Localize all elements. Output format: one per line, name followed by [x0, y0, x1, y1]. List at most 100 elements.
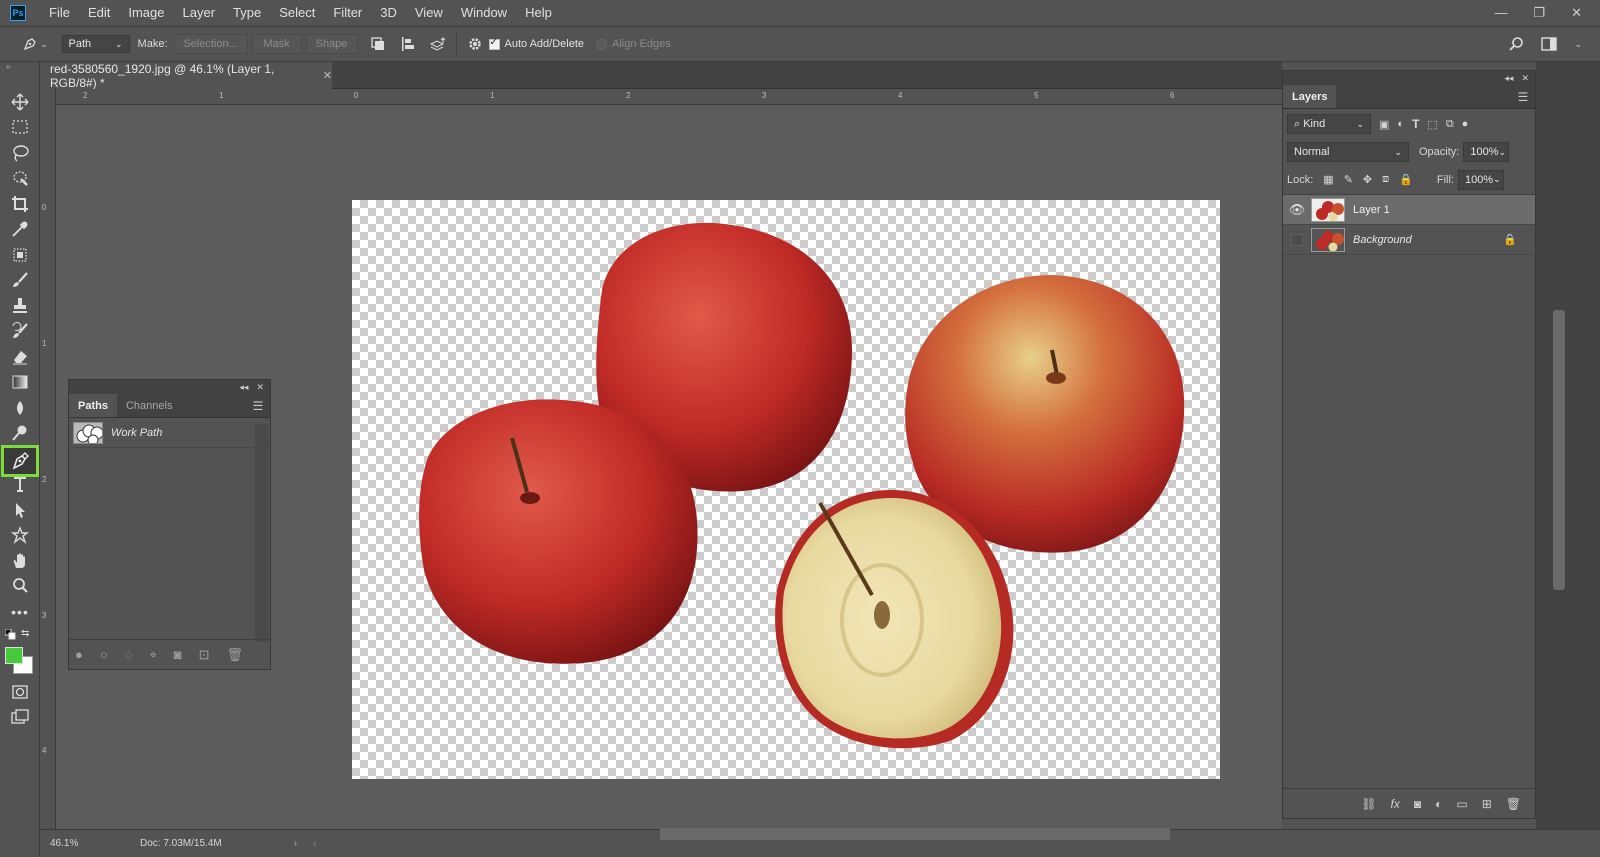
clone-stamp-tool-icon[interactable]	[4, 294, 36, 318]
blend-mode-select[interactable]: Normal ⌄	[1287, 142, 1409, 162]
lock-artboard-icon[interactable]: ⧈	[1382, 173, 1389, 186]
align-edges-checkbox[interactable]	[596, 38, 608, 50]
menu-view[interactable]: View	[406, 0, 452, 26]
minimize-button[interactable]: —	[1494, 5, 1507, 21]
gradient-tool-icon[interactable]	[4, 370, 36, 394]
menu-window[interactable]: Window	[452, 0, 516, 26]
lock-position-icon[interactable]: ✥	[1363, 173, 1372, 186]
new-layer-icon[interactable]: ⊞	[1482, 797, 1492, 811]
eraser-tool-icon[interactable]	[4, 345, 36, 369]
dodge-tool-icon[interactable]	[4, 421, 36, 445]
screen-mode-icon[interactable]	[4, 705, 36, 729]
marquee-tool-icon[interactable]	[4, 115, 36, 139]
path-alignment-icon[interactable]	[398, 34, 418, 54]
tab-layers[interactable]: Layers	[1283, 85, 1337, 108]
menu-select[interactable]: Select	[270, 0, 324, 26]
document-tab[interactable]: red-3580560_1920.jpg @ 46.1% (Layer 1, R…	[40, 62, 332, 90]
layer-filter-select[interactable]: ⌕ Kind ⌄	[1287, 114, 1371, 134]
restore-button[interactable]: ❐	[1533, 5, 1545, 21]
delete-path-icon[interactable]: 🗑	[227, 647, 244, 663]
status-menu-arrow-icon[interactable]: ›	[294, 838, 297, 849]
quick-selection-tool-icon[interactable]	[4, 166, 36, 190]
menu-image[interactable]: Image	[119, 0, 173, 26]
history-brush-tool-icon[interactable]	[4, 319, 36, 343]
gear-icon[interactable]	[465, 34, 485, 54]
menu-filter[interactable]: Filter	[324, 0, 371, 26]
auto-add-delete-checkbox[interactable]	[488, 37, 500, 50]
more-tools-icon[interactable]: •••	[4, 600, 36, 624]
close-document-icon[interactable]: ✕	[323, 69, 332, 82]
menu-type[interactable]: Type	[224, 0, 270, 26]
visibility-toggle-empty[interactable]	[1283, 233, 1311, 246]
lock-all-icon[interactable]: 🔒	[1399, 173, 1413, 186]
brush-tool-icon[interactable]	[4, 268, 36, 292]
filter-shape-icon[interactable]: ⬚	[1427, 118, 1437, 131]
menu-help[interactable]: Help	[516, 0, 561, 26]
filter-pixel-icon[interactable]: ▣	[1379, 118, 1389, 131]
filter-toggle-icon[interactable]: ●	[1462, 118, 1469, 130]
horizontal-scrollbar[interactable]	[660, 828, 1170, 840]
collapse-panel-icon[interactable]: ◂◂	[239, 382, 248, 393]
layer-style-icon[interactable]: fx	[1391, 797, 1400, 811]
stroke-path-icon[interactable]: ○	[100, 647, 108, 662]
adjustment-layer-icon[interactable]: ◐	[1435, 797, 1442, 811]
lock-image-icon[interactable]: ✎	[1344, 173, 1353, 186]
menu-file[interactable]: File	[40, 0, 79, 26]
eyedropper-tool-icon[interactable]	[4, 217, 36, 241]
collapse-layers-icon[interactable]: ◂◂	[1504, 73, 1513, 84]
filter-smart-object-icon[interactable]: ⧉	[1446, 118, 1454, 131]
new-path-icon[interactable]: ⊡	[199, 647, 210, 663]
layer-row-background[interactable]: Background 🔒	[1283, 225, 1535, 255]
collapse-toolbar-icon[interactable]: »	[6, 62, 10, 71]
swap-colors-icon[interactable]: ⇆	[21, 628, 29, 639]
close-button[interactable]: ✕	[1571, 5, 1582, 21]
close-layers-icon[interactable]: ✕	[1521, 73, 1529, 84]
path-arrangement-icon[interactable]	[428, 34, 448, 54]
scroll-left-icon[interactable]: ‹	[313, 838, 316, 849]
zoom-tool-icon[interactable]	[4, 574, 36, 598]
make-mask-button[interactable]: Mask	[251, 34, 302, 54]
fill-path-icon[interactable]: ●	[75, 647, 83, 662]
fill-input[interactable]: 100% ⌄	[1457, 169, 1504, 190]
path-row-work-path[interactable]: Work Path	[69, 418, 270, 448]
tool-mode-select[interactable]: Path ⌄	[61, 35, 130, 53]
delete-layer-icon[interactable]: 🗑	[1506, 797, 1521, 811]
foreground-color-swatch[interactable]	[5, 647, 23, 664]
blur-tool-icon[interactable]	[4, 396, 36, 420]
frame-tool-icon[interactable]	[4, 243, 36, 267]
panel-menu-icon[interactable]: ☰	[246, 394, 270, 417]
opacity-input[interactable]: 100% ⌄	[1463, 142, 1510, 162]
add-layer-mask-icon[interactable]: ◙	[1414, 797, 1421, 811]
quick-mask-icon[interactable]	[4, 680, 36, 704]
custom-shape-tool-icon[interactable]	[4, 523, 36, 547]
type-tool-icon[interactable]	[4, 472, 36, 496]
hand-tool-icon[interactable]	[4, 549, 36, 573]
make-work-path-icon[interactable]: ⌖	[149, 647, 156, 663]
tab-paths[interactable]: Paths	[69, 394, 117, 417]
crop-tool-icon[interactable]	[4, 192, 36, 216]
menu-3d[interactable]: 3D	[371, 0, 406, 26]
lasso-tool-icon[interactable]	[4, 141, 36, 165]
default-colors-icon[interactable]	[4, 628, 16, 640]
load-selection-icon[interactable]: ◌	[125, 647, 133, 662]
search-icon[interactable]	[1506, 34, 1526, 54]
path-operations-icon[interactable]	[368, 34, 388, 54]
lock-transparent-icon[interactable]: ▦	[1323, 173, 1333, 186]
add-mask-icon[interactable]: ◙	[174, 647, 182, 662]
dock-scrollbar[interactable]	[1553, 310, 1565, 590]
tab-channels[interactable]: Channels	[117, 394, 181, 417]
path-selection-tool-icon[interactable]	[4, 498, 36, 522]
filter-adjustment-icon[interactable]: ◐	[1397, 118, 1404, 130]
new-group-icon[interactable]: ▭	[1456, 797, 1467, 811]
visibility-eye-icon[interactable]: 👁	[1283, 202, 1311, 218]
filter-type-icon[interactable]: T	[1412, 117, 1419, 131]
move-tool-icon[interactable]	[4, 90, 36, 114]
pen-tool-preset-icon[interactable]	[20, 34, 40, 54]
close-panel-icon[interactable]: ✕	[256, 382, 264, 393]
menu-layer[interactable]: Layer	[174, 0, 225, 26]
zoom-level[interactable]: 46.1%	[50, 838, 120, 849]
paths-scrollbar[interactable]	[255, 424, 269, 642]
document-canvas[interactable]	[352, 200, 1220, 779]
make-shape-button[interactable]: Shape	[305, 34, 358, 54]
workspace-icon[interactable]	[1540, 34, 1560, 54]
